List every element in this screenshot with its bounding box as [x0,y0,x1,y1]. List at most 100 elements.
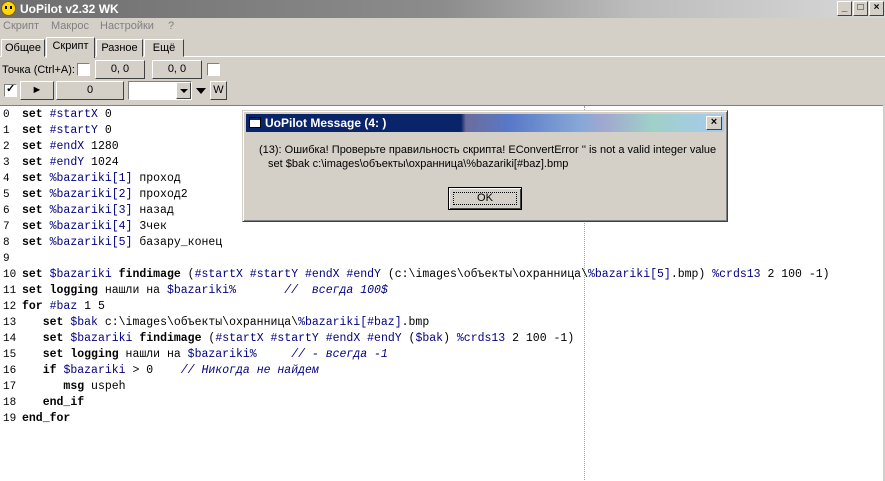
code-token: set [42,348,64,361]
dialog-title-bar[interactable]: UoPilot Message (4: ) × [246,114,724,132]
run-checkbox[interactable]: ✓ [4,83,17,97]
tab-misc[interactable]: Разное [96,39,143,57]
code-token: $bazariki [49,268,112,281]
code-text: set #startX 0 [22,107,112,123]
maximize-button[interactable]: □ [853,1,868,16]
code-token: %crds13 [456,332,506,345]
code-token: set [22,236,43,249]
code-text: if $bazariki > 0 // Никогда не найдем [22,363,319,379]
code-text: set %bazariki[5] базару_конец [22,235,222,251]
point-checkbox[interactable] [77,63,90,76]
code-token: set [22,188,43,201]
code-token: %bazariki[2] [49,188,133,201]
code-token: #startY [49,124,98,137]
play-button[interactable]: ► [20,81,54,100]
message-dialog: UoPilot Message (4: ) × (13): Ошибка! Пр… [242,110,728,222]
dialog-close-button[interactable]: × [706,116,722,130]
code-token: logging [70,348,119,361]
code-token: set [22,172,43,185]
control-toolbar: ✓ ► 0 W [0,81,885,103]
code-token: ( [201,332,216,345]
code-token: end_if [42,396,85,409]
title-bar[interactable]: UoPilot v2.32 WK _ □ × [0,0,885,18]
code-token: %crds13 [712,268,761,281]
window-controls: _ □ × [837,1,884,16]
line-number: 3 [3,157,10,169]
line-number: 13 [3,317,17,329]
ok-button[interactable]: OK [448,187,522,210]
menu-macro[interactable]: Макрос [51,20,89,32]
menu-help[interactable]: ? [168,20,174,32]
code-token: for [22,300,43,313]
code-token: set [22,220,43,233]
code-token: #startX [49,108,98,121]
code-token: $bak [415,332,444,345]
code-token: нашли на [118,348,188,361]
line-number: 6 [3,205,10,217]
code-token: проход [132,172,181,185]
code-token: %bazariki[#baz] [298,316,402,329]
chevron-down-icon[interactable] [176,82,191,99]
counter-field[interactable]: 0 [56,81,124,100]
code-token: logging [49,284,98,297]
w-button[interactable]: W [210,81,227,100]
coord-checkbox[interactable] [207,63,220,76]
code-token: ( [180,268,195,281]
dropdown-arrow-icon[interactable] [196,88,206,94]
close-button[interactable]: × [869,1,884,16]
app-smiley-icon [1,1,16,16]
code-text: set %bazariki[2] проход2 [22,187,188,203]
script-combo[interactable] [128,81,192,100]
code-text: set #endY 1024 [22,155,119,171]
tab-strip: Общее Скрипт Разное Ещё [0,37,885,58]
line-number: 19 [3,413,17,425]
code-text: set %bazariki[1] проход [22,171,181,187]
line-number: 11 [3,285,17,297]
code-token: set [42,332,64,345]
code-text: set $bazariki findimage (#startX #startY… [22,267,830,283]
tab-more[interactable]: Ещё [144,39,184,57]
line-number: 18 [3,397,17,409]
code-token: set [22,140,43,153]
code-token: findimage [118,268,181,281]
coord-button-1[interactable]: 0, 0 [95,60,145,79]
code-token: msg [63,380,85,393]
code-token: $bazariki% [187,348,257,361]
minimize-button[interactable]: _ [837,1,852,16]
code-token: findimage [139,332,202,345]
tab-script[interactable]: Скрипт [46,37,95,58]
code-text: set logging нашли на $bazariki% // - все… [22,347,388,363]
code-token: .bmp [401,316,430,329]
code-token: 2 100 -1) [760,268,830,281]
code-token: #endY [49,156,85,169]
tab-general[interactable]: Общее [1,39,45,57]
coord-button-2[interactable]: 0, 0 [152,60,202,79]
code-text: set #endX 1280 [22,139,119,155]
code-token: 1280 [84,140,119,153]
dialog-message-line-2: set $bak c:\images\объекты\охранница\%ba… [268,158,569,170]
dialog-message-line-1: (13): Ошибка! Проверьте правильность скр… [259,144,717,156]
menu-settings[interactable]: Настройки [100,20,154,32]
line-number: 9 [3,253,10,265]
code-token: %bazariki[4] [49,220,133,233]
code-token: #endX [49,140,85,153]
code-text: set %bazariki[3] назад [22,203,174,219]
line-number: 5 [3,189,10,201]
code-token: set [22,124,43,137]
code-token: 2 100 -1) [505,332,575,345]
line-number: 8 [3,237,10,249]
code-token: $bazariki [70,332,133,345]
code-token: $bazariki% [166,284,236,297]
menu-script[interactable]: Скрипт [3,20,39,32]
